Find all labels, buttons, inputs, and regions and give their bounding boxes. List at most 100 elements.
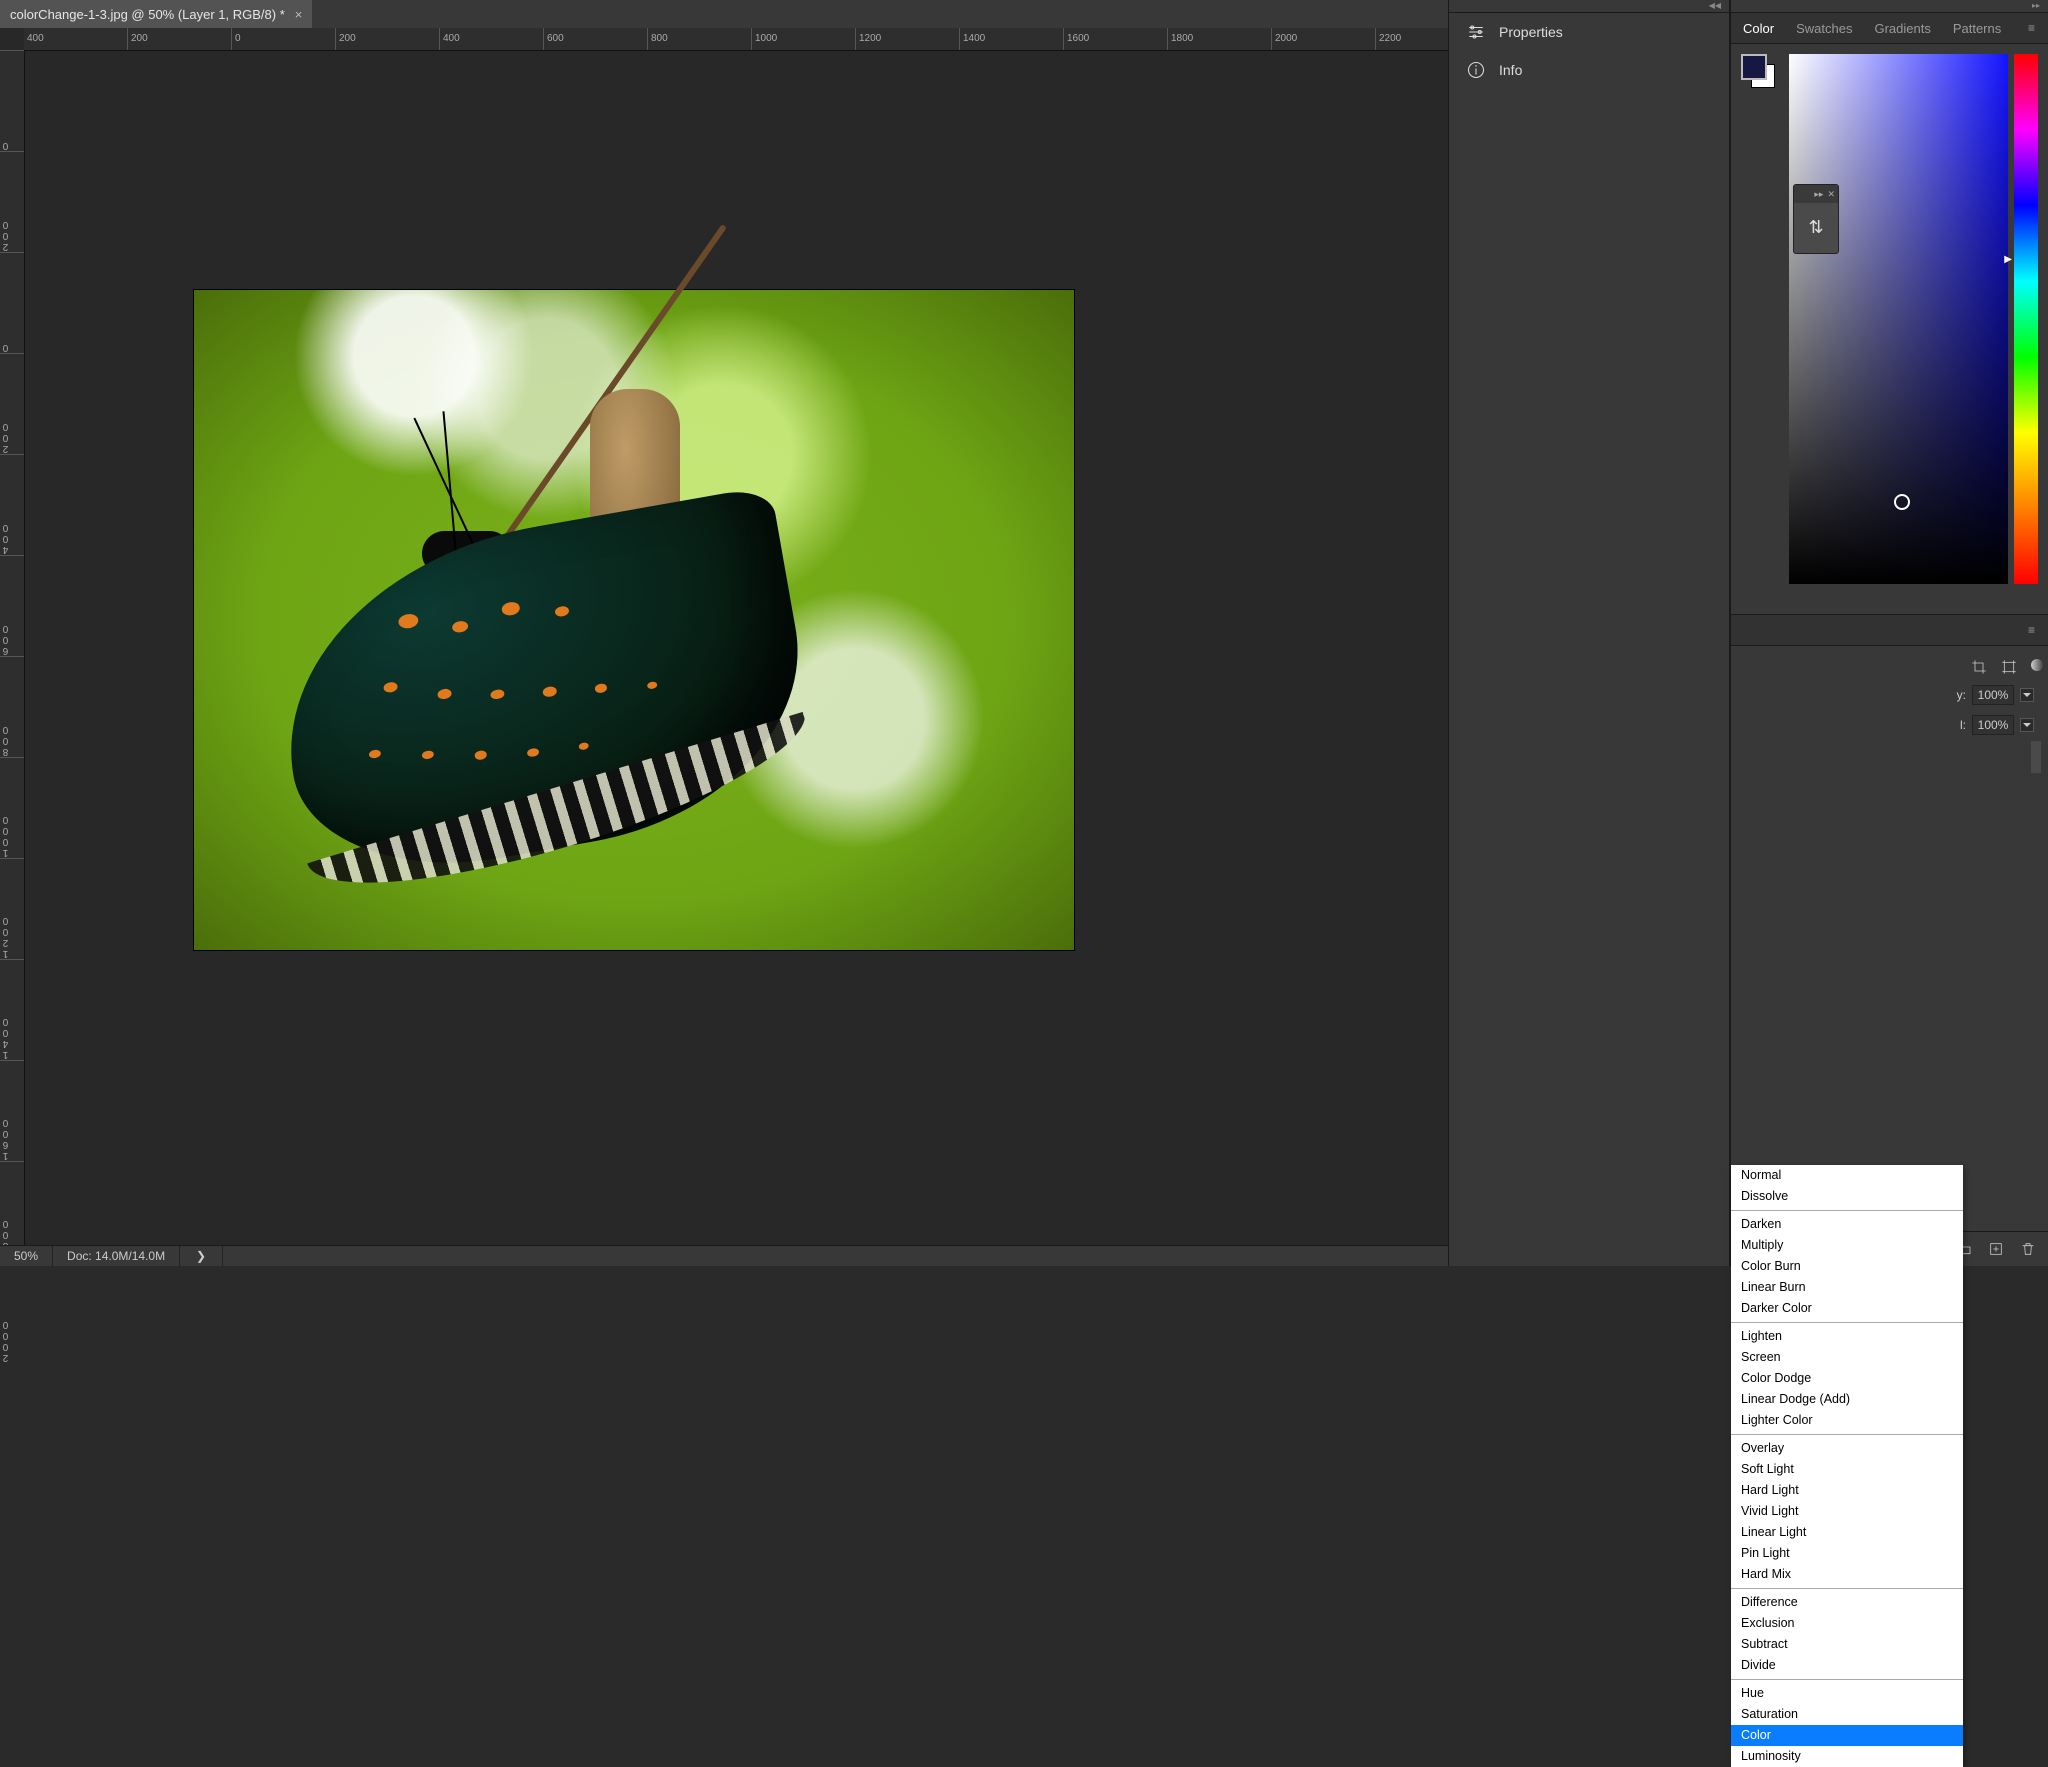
blend-mode-item[interactable]: Linear Burn xyxy=(1731,1277,1963,1298)
document-tab[interactable]: colorChange-1-3.jpg @ 50% (Layer 1, RGB/… xyxy=(0,0,312,28)
blend-mode-item[interactable]: Linear Dodge (Add) xyxy=(1731,1389,1963,1410)
status-bar: 50% Doc: 14.0M/14.0M ❯ xyxy=(0,1245,1448,1266)
crop-icon[interactable] xyxy=(1971,659,1987,675)
blend-mode-item[interactable]: Pin Light xyxy=(1731,1543,1963,1564)
ruler-tick: 400 xyxy=(0,454,24,555)
collapsed-item-properties[interactable]: Properties xyxy=(1449,13,1729,51)
blend-mode-item[interactable]: Multiply xyxy=(1731,1235,1963,1256)
collapsed-panel-strip: ◀◀ Properties Info xyxy=(1448,0,1730,1266)
ruler-tick: 600 xyxy=(544,28,648,50)
wing-spot xyxy=(594,683,607,693)
artboard-icon[interactable] xyxy=(2001,659,2017,675)
blend-mode-item[interactable]: Dissolve xyxy=(1731,1186,1963,1207)
ruler-tick: 1200 xyxy=(856,28,960,50)
separator xyxy=(1731,1434,1963,1435)
hue-slider[interactable] xyxy=(2014,54,2038,584)
blend-mode-item[interactable]: Color Burn xyxy=(1731,1256,1963,1277)
blend-mode-popup[interactable]: NormalDissolveDarkenMultiplyColor BurnLi… xyxy=(1731,1165,1963,1767)
ruler-tick: 1400 xyxy=(0,959,24,1060)
blend-mode-item[interactable]: Color xyxy=(1731,1725,1963,1746)
ruler-tick: 0 xyxy=(0,252,24,353)
separator xyxy=(1731,1679,1963,1680)
blend-mode-item[interactable]: Linear Light xyxy=(1731,1522,1963,1543)
blend-mode-item[interactable]: Screen xyxy=(1731,1347,1963,1368)
saturation-value-picker[interactable] xyxy=(1789,54,2008,584)
ruler-tick: 800 xyxy=(648,28,752,50)
blend-mode-item[interactable]: Subtract xyxy=(1731,1634,1963,1655)
hue-pointer-icon: ▶ xyxy=(2004,254,2012,265)
blend-mode-item[interactable]: Vivid Light xyxy=(1731,1501,1963,1522)
collapsed-item-info[interactable]: Info xyxy=(1449,51,1729,89)
tab-gradients[interactable]: Gradients xyxy=(1874,21,1930,36)
sv-cursor[interactable] xyxy=(1894,494,1910,510)
ruler-tick: 0 xyxy=(232,28,336,50)
image-artwork[interactable] xyxy=(194,290,1074,950)
ruler-tick: 0 xyxy=(0,50,24,151)
collapsed-item-label: Info xyxy=(1499,62,1522,78)
ruler-tick: 400 xyxy=(24,28,128,50)
ruler-tick: 2000 xyxy=(0,1262,24,1363)
ruler-vertical: 0200020040060080010001200140016001800200… xyxy=(0,50,25,1246)
panel-menu-icon[interactable]: ≡ xyxy=(2028,21,2042,31)
fg-bg-swatch[interactable] xyxy=(1741,54,1775,88)
opacity-value[interactable]: 100% xyxy=(1972,685,2014,705)
blend-mode-item[interactable]: Color Dodge xyxy=(1731,1368,1963,1389)
wing-spot xyxy=(578,742,589,751)
wing-spot xyxy=(554,605,569,617)
ruler-tick: 1400 xyxy=(960,28,1064,50)
new-layer-icon[interactable] xyxy=(1988,1241,2004,1257)
canvas-stage[interactable] xyxy=(24,50,1448,1246)
wing-spot xyxy=(501,601,521,617)
blend-mode-item[interactable]: Darker Color xyxy=(1731,1298,1963,1319)
trash-icon[interactable] xyxy=(2020,1241,2036,1257)
tab-swatches[interactable]: Swatches xyxy=(1796,21,1852,36)
collapse-chevron-icon[interactable]: ◀◀ xyxy=(1449,0,1729,13)
blend-mode-item[interactable]: Lighter Color xyxy=(1731,1410,1963,1431)
blend-mode-item[interactable]: Overlay xyxy=(1731,1438,1963,1459)
wing-spot xyxy=(451,620,469,634)
zoom-level[interactable]: 50% xyxy=(0,1246,53,1266)
blend-mode-item[interactable]: Saturation xyxy=(1731,1704,1963,1725)
blend-mode-item[interactable]: Hard Light xyxy=(1731,1480,1963,1501)
separator xyxy=(1731,1588,1963,1589)
ruler-tick: 600 xyxy=(0,555,24,656)
floating-mini-panel[interactable]: ▸▸ ✕ ⇅ xyxy=(1793,184,1839,254)
mini-panel-icon[interactable]: ⇅ xyxy=(1794,203,1838,251)
mini-collapse-icon[interactable]: ▸▸ xyxy=(1814,189,1823,200)
wing-spot xyxy=(647,681,658,690)
ruler-tick: 1000 xyxy=(752,28,856,50)
blend-mode-item[interactable]: Lighten xyxy=(1731,1326,1963,1347)
opacity-dropdown-icon[interactable] xyxy=(2020,688,2034,702)
blend-mode-item[interactable]: Divide xyxy=(1731,1655,1963,1676)
fill-dropdown-icon[interactable] xyxy=(2020,718,2034,732)
foreground-color-swatch[interactable] xyxy=(1741,54,1767,80)
status-expand-icon[interactable]: ❯ xyxy=(180,1246,223,1266)
panel-collapse-icon[interactable]: ▸▸ xyxy=(1731,0,2048,13)
panel-menu-icon[interactable]: ≡ xyxy=(2028,623,2042,633)
wing-spot xyxy=(526,747,539,757)
mini-close-icon[interactable]: ✕ xyxy=(1827,189,1835,200)
tab-color[interactable]: Color xyxy=(1743,21,1774,36)
ruler-tick: 200 xyxy=(128,28,232,50)
blend-mode-item[interactable]: Hue xyxy=(1731,1683,1963,1704)
ruler-tick: 1000 xyxy=(0,757,24,858)
blend-mode-item[interactable]: Exclusion xyxy=(1731,1613,1963,1634)
wing-spot xyxy=(542,686,557,698)
blend-mode-item[interactable]: Darken xyxy=(1731,1214,1963,1235)
blend-mode-item[interactable]: Soft Light xyxy=(1731,1459,1963,1480)
wing-spot xyxy=(437,688,452,700)
blend-mode-item[interactable]: Normal xyxy=(1731,1165,1963,1186)
info-icon xyxy=(1467,61,1485,79)
doc-size[interactable]: Doc: 14.0M/14.0M xyxy=(53,1246,180,1266)
ruler-tick: 800 xyxy=(0,656,24,757)
blend-mode-item[interactable]: Luminosity xyxy=(1731,1746,1963,1767)
wing-spot xyxy=(490,688,505,700)
ruler-tick: 200 xyxy=(0,151,24,252)
fill-value[interactable]: 100% xyxy=(1972,715,2014,735)
opacity-slider-icon[interactable] xyxy=(2031,659,2043,671)
blend-mode-item[interactable]: Difference xyxy=(1731,1592,1963,1613)
blend-mode-item[interactable]: Hard Mix xyxy=(1731,1564,1963,1585)
tab-patterns[interactable]: Patterns xyxy=(1953,21,2001,36)
close-icon[interactable]: × xyxy=(295,7,303,22)
background-layer-row[interactable] xyxy=(2031,741,2041,773)
